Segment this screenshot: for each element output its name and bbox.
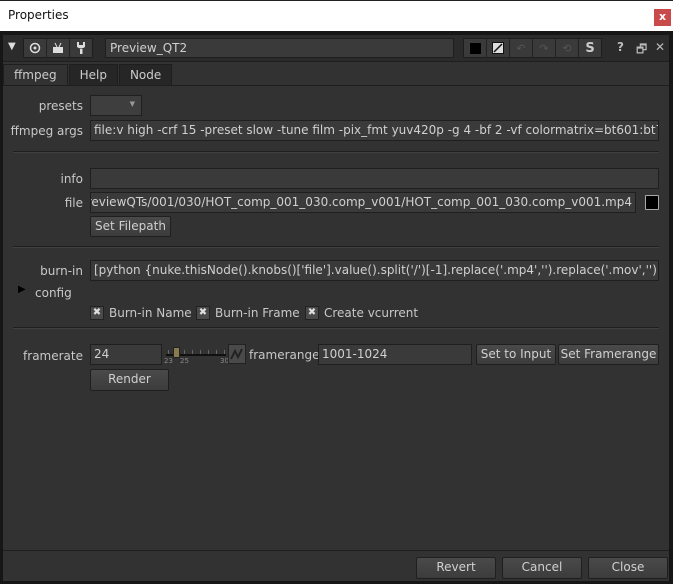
slider-tick [224, 350, 225, 354]
framerate-slider[interactable]: 23 25 30 [164, 344, 229, 366]
divider [13, 246, 659, 248]
slider-tick-label: 23 [164, 357, 173, 365]
tab-help[interactable]: Help [68, 64, 118, 85]
checkbox-checked-icon: ✖ [90, 306, 104, 320]
node-icon-group [23, 38, 93, 58]
tile-color-icon[interactable] [464, 39, 487, 57]
file-input[interactable]: _previewQTs/001/030/HOT_comp_001_030.com… [90, 192, 636, 213]
ffmpeg-args-input[interactable]: file:v high -crf 15 -preset slow -tune f… [90, 120, 659, 141]
tab-node[interactable]: Node [118, 64, 173, 85]
framerate-input[interactable]: 24 [90, 344, 162, 365]
slider-tick [184, 350, 185, 354]
divider [13, 151, 659, 153]
ffmpeg-tab-content: presets ▼ ffmpeg args file:v high -crf 1… [3, 85, 669, 536]
animation-curve-icon[interactable] [228, 344, 246, 364]
gl-color-icon[interactable] [487, 39, 510, 57]
tab-ffmpeg[interactable]: ffmpeg [3, 64, 68, 86]
chevron-down-icon: ▼ [129, 100, 135, 108]
file-browser-icon[interactable] [645, 195, 659, 210]
render-button[interactable]: Render [90, 369, 169, 391]
set-filepath-button[interactable]: Set Filepath [90, 216, 171, 237]
slider-tick [208, 350, 209, 354]
burnin-label: burn-in [40, 264, 83, 278]
node-tools-group: ↶ ↷ ⟲ S [463, 38, 602, 58]
undo-icon[interactable]: ↶ [510, 39, 533, 57]
slider-handle[interactable] [173, 347, 180, 358]
ffmpeg-args-label: ffmpeg args [10, 124, 83, 138]
tab-bar: ffmpeg Help Node [3, 64, 173, 86]
window-titlebar: Properties x [0, 0, 673, 31]
presets-label: presets [38, 99, 83, 113]
redo-icon[interactable]: ↷ [533, 39, 556, 57]
node-header: ▼ Preview_QT2 ↶ ↷ ⟲ S ? 🗗 ✕ [3, 35, 669, 62]
slider-tick-label: 25 [180, 357, 189, 365]
file-label: file [64, 196, 83, 210]
framerange-input[interactable]: 1001-1024 [318, 344, 472, 365]
close-button[interactable]: Close [588, 557, 668, 579]
burnin-frame-checkbox[interactable]: ✖ Burn-in Frame [196, 306, 300, 320]
slider-tick [200, 350, 201, 354]
close-panel-icon[interactable]: ✕ [655, 40, 665, 54]
info-input[interactable] [90, 168, 659, 189]
revert-button[interactable]: Revert [416, 557, 496, 579]
info-label: info [60, 172, 83, 186]
view-node-icon[interactable] [24, 39, 47, 57]
revert-knobs-icon[interactable]: ⟲ [556, 39, 579, 57]
checkbox-checked-icon: ✖ [196, 306, 210, 320]
config-group-label[interactable]: config [35, 286, 72, 300]
set-framerange-button[interactable]: Set Framerange [558, 344, 659, 365]
collapse-triangle-icon[interactable]: ▼ [8, 41, 16, 52]
burnin-name-checkbox[interactable]: ✖ Burn-in Name [90, 306, 192, 320]
set-to-input-button[interactable]: Set to Input [476, 344, 556, 365]
viewer-input-icon[interactable] [47, 39, 70, 57]
help-icon[interactable]: ? [617, 40, 624, 54]
divider [13, 327, 659, 329]
slider-tick [168, 350, 169, 354]
checkbox-checked-icon: ✖ [305, 306, 319, 320]
slider-tick [192, 350, 193, 354]
window-close-button[interactable]: x [654, 9, 671, 26]
slider-tick [216, 350, 217, 354]
burnin-input[interactable]: [python {nuke.thisNode().knobs()['file']… [90, 260, 659, 281]
create-vcurrent-checkbox[interactable]: ✖ Create vcurrent [305, 306, 418, 320]
properties-frame: ▼ Preview_QT2 ↶ ↷ ⟲ S ? 🗗 ✕ ffmpeg Help … [0, 31, 673, 584]
framerange-label: framerange [249, 348, 320, 362]
presets-dropdown[interactable]: ▼ [90, 95, 142, 116]
node-name-field[interactable]: Preview_QT2 [105, 38, 454, 58]
framerate-label: framerate [23, 349, 83, 363]
float-panel-icon[interactable]: 🗗 [636, 40, 647, 61]
window-title: Properties [8, 8, 69, 22]
properties-panel: ▼ Preview_QT2 ↶ ↷ ⟲ S ? 🗗 ✕ ffmpeg Help … [3, 35, 669, 581]
wrench-icon[interactable] [70, 39, 92, 57]
script-icon[interactable]: S [579, 39, 601, 57]
dialog-footer: Revert Cancel Close [3, 550, 669, 582]
cancel-button[interactable]: Cancel [502, 557, 582, 579]
expand-triangle-icon[interactable]: ▶ [18, 284, 26, 295]
